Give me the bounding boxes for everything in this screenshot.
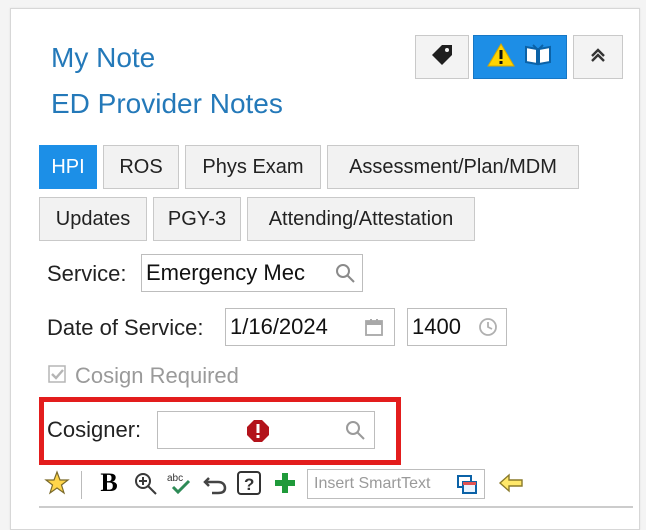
cosigner-field[interactable] bbox=[157, 411, 375, 449]
add-icon[interactable] bbox=[271, 469, 299, 497]
tag-icon bbox=[429, 42, 455, 73]
book-icon bbox=[523, 43, 553, 72]
note-panel: My Note ED Provider Notes HPI ROS Phys E… bbox=[10, 8, 640, 530]
help-icon[interactable]: ? bbox=[235, 469, 263, 497]
tab-attending-attestation[interactable]: Attending/Attestation bbox=[247, 197, 475, 241]
arrow-left-icon[interactable] bbox=[497, 469, 525, 497]
search-icon[interactable] bbox=[334, 262, 356, 290]
calendar-icon[interactable] bbox=[364, 317, 384, 343]
chevron-up-double-icon bbox=[588, 45, 608, 70]
tab-hpi[interactable]: HPI bbox=[39, 145, 97, 189]
toolbar-separator bbox=[81, 471, 82, 499]
svg-text:?: ? bbox=[244, 475, 254, 494]
date-of-service-field[interactable]: 1/16/2024 bbox=[225, 308, 395, 346]
bold-icon[interactable]: B bbox=[95, 468, 123, 497]
service-field[interactable]: Emergency Mec bbox=[141, 254, 363, 292]
time-value: 1400 bbox=[412, 314, 461, 339]
error-icon bbox=[246, 419, 270, 449]
tab-pgy-3[interactable]: PGY-3 bbox=[153, 197, 241, 241]
tag-button[interactable] bbox=[415, 35, 469, 79]
star-icon[interactable] bbox=[43, 469, 71, 497]
collapse-button[interactable] bbox=[573, 35, 623, 79]
spellcheck-icon[interactable]: abc bbox=[165, 469, 193, 497]
cosign-required-checkbox[interactable]: Cosign Required bbox=[47, 363, 239, 389]
clock-icon[interactable] bbox=[478, 317, 498, 343]
search-icon[interactable] bbox=[344, 419, 366, 447]
warning-icon bbox=[487, 42, 515, 73]
note-type-title: ED Provider Notes bbox=[51, 88, 283, 119]
insert-smarttext-placeholder: Insert SmartText bbox=[314, 475, 431, 492]
tab-phys-exam[interactable]: Phys Exam bbox=[185, 145, 321, 189]
service-value: Emergency Mec bbox=[146, 260, 305, 285]
date-of-service-label: Date of Service: bbox=[47, 315, 204, 340]
service-label: Service: bbox=[47, 261, 127, 286]
editor-toolbar: B abc ? Insert SmartText bbox=[39, 468, 617, 505]
undo-icon[interactable] bbox=[201, 469, 229, 497]
zoom-in-icon[interactable] bbox=[131, 469, 159, 497]
tab-ros[interactable]: ROS bbox=[103, 145, 179, 189]
alerts-button[interactable] bbox=[473, 35, 567, 79]
tab-updates[interactable]: Updates bbox=[39, 197, 147, 241]
time-field[interactable]: 1400 bbox=[407, 308, 507, 346]
smarttext-icon[interactable] bbox=[456, 474, 478, 501]
page-title: My Note bbox=[51, 42, 156, 73]
date-value: 1/16/2024 bbox=[230, 314, 328, 339]
checkbox-checked-icon bbox=[47, 364, 67, 389]
editor-top-border bbox=[39, 506, 633, 508]
insert-smarttext-field[interactable]: Insert SmartText bbox=[307, 469, 485, 499]
svg-text:abc: abc bbox=[167, 473, 183, 484]
cosigner-label: Cosigner: bbox=[47, 417, 142, 442]
tab-assessment-plan-mdm[interactable]: Assessment/Plan/MDM bbox=[327, 145, 579, 189]
cosign-required-label: Cosign Required bbox=[75, 363, 239, 388]
